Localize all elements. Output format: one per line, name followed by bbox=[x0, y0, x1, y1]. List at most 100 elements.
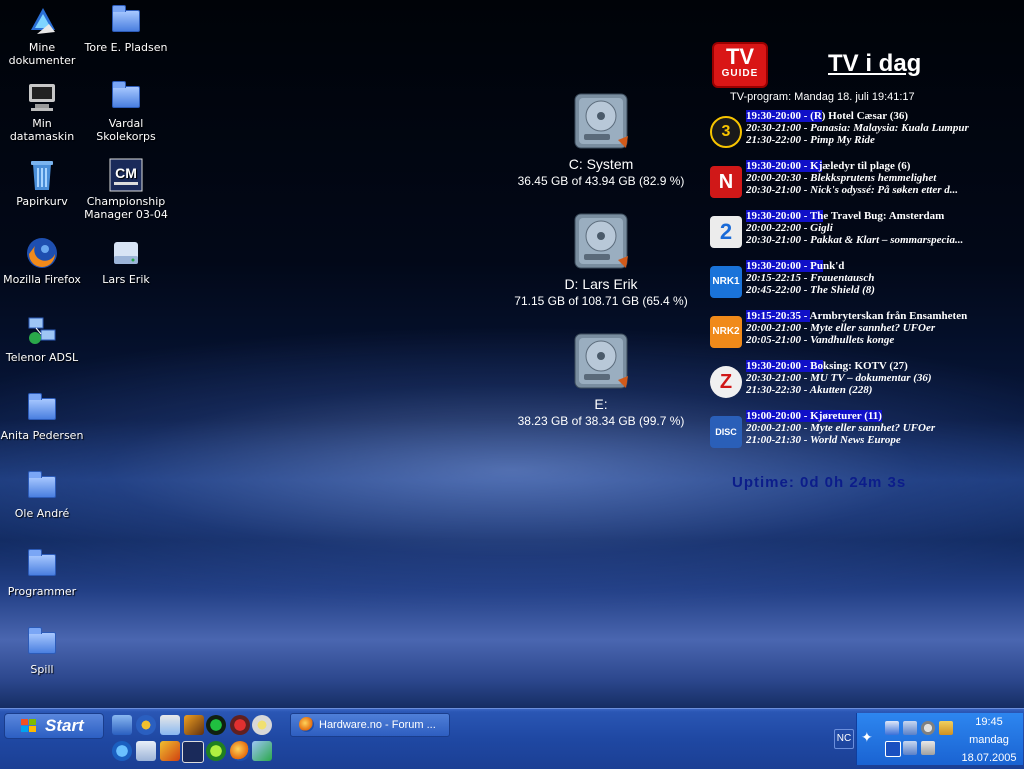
championship-manager-icon: CM bbox=[109, 158, 143, 192]
drive-icon bbox=[109, 236, 143, 270]
channel-row[interactable]: N 19:30-20:00 - Kjæledyr til plage (6) 2… bbox=[706, 160, 1016, 206]
taskbar-window-button[interactable]: Hardware.no - Forum ... bbox=[290, 713, 450, 737]
drive-usage: 38.23 GB of 38.34 GB (99.7 %) bbox=[517, 414, 685, 428]
tray-network-icon[interactable] bbox=[885, 721, 899, 735]
next-program: 20:00-21:00 - Myte eller sannhet? UFOer bbox=[746, 322, 936, 334]
next-program: 20:00-20:30 - Blekksprutens hemmelighet bbox=[746, 172, 937, 184]
desktop: Mine dokumenter Min datamaskin Papirkurv… bbox=[0, 0, 1024, 708]
drive-quicklaunch-icon[interactable] bbox=[136, 741, 156, 761]
channel-row[interactable]: 2 19:30-20:00 - The Travel Bug: Amsterda… bbox=[706, 210, 1016, 256]
photo-icon[interactable] bbox=[160, 741, 180, 761]
desktop-icon-telenor-adsl[interactable]: Telenor ADSL bbox=[0, 314, 84, 364]
winamp-icon[interactable] bbox=[184, 715, 204, 735]
show-desktop-icon[interactable] bbox=[112, 715, 132, 735]
clock-date: 18.07.2005 bbox=[961, 752, 1017, 764]
clock-time: 19:45 bbox=[975, 716, 1003, 728]
desktop-icon-min-datamaskin[interactable]: Min datamaskin bbox=[0, 80, 84, 143]
desktop-icon-label: Telenor ADSL bbox=[5, 351, 79, 364]
hard-drive-icon bbox=[572, 92, 630, 152]
channel-logo: Z bbox=[710, 366, 742, 398]
media-player-icon[interactable] bbox=[136, 715, 156, 735]
championship-manager-quicklaunch-icon[interactable] bbox=[182, 741, 204, 763]
network-quicklaunch-icon[interactable] bbox=[252, 741, 272, 761]
disc-icon[interactable] bbox=[252, 715, 272, 735]
next-program: 20:00-22:00 - Gigli bbox=[746, 222, 833, 234]
search-icon[interactable] bbox=[160, 715, 180, 735]
desktop-icon-label: Ole André bbox=[14, 507, 70, 520]
desktop-icon-label: Mozilla Firefox bbox=[3, 273, 81, 286]
desktop-icon-label: Mine dokumenter bbox=[8, 41, 76, 67]
clock[interactable]: 19:45 mandag 18.07.2005 bbox=[959, 713, 1019, 767]
folder-icon bbox=[109, 4, 143, 38]
nc-button[interactable]: NC bbox=[834, 729, 854, 749]
next-program: 20:30-21:00 - MU TV – dokumentar (36) bbox=[746, 372, 932, 384]
folder-icon bbox=[25, 470, 59, 504]
desktop-icon-spill[interactable]: Spill bbox=[0, 626, 84, 676]
channel-logo: 2 bbox=[710, 216, 742, 248]
desktop-icon-label: Papirkurv bbox=[16, 195, 68, 208]
later-program: 21:30-22:30 - Akutten (228) bbox=[746, 384, 873, 396]
later-program: 20:45-22:00 - The Shield (8) bbox=[746, 284, 875, 296]
desktop-icon-lars-erik[interactable]: Lars Erik bbox=[84, 236, 168, 286]
desktop-icon-mozilla-firefox[interactable]: Mozilla Firefox bbox=[0, 236, 84, 286]
drive-widget-d[interactable]: D: Lars Erik 71.15 GB of 108.71 GB (65.4… bbox=[496, 212, 706, 308]
internet-explorer-icon[interactable] bbox=[112, 741, 132, 761]
current-program: 19:30-20:00 - The Travel Bug: Amsterdam bbox=[746, 210, 945, 222]
tray-monitor-icon[interactable] bbox=[903, 721, 917, 735]
tray-arrow-icon[interactable]: ✦ bbox=[861, 731, 875, 745]
desktop-icon-label: Lars Erik bbox=[102, 273, 150, 286]
current-program: 19:30-20:00 - Kjæledyr til plage (6) bbox=[746, 160, 911, 172]
desktop-icon-anita-pedersen[interactable]: Anita Pedersen bbox=[0, 392, 84, 442]
drive-name: D: Lars Erik bbox=[564, 276, 638, 292]
channel-row[interactable]: Z 19:30-20:00 - Boksing: KOTV (27) 20:30… bbox=[706, 360, 1016, 406]
msn-icon[interactable] bbox=[206, 715, 226, 735]
firefox-quicklaunch-icon[interactable] bbox=[230, 741, 250, 761]
current-program: 19:30-20:00 - (R) Hotel Cæsar (36) bbox=[746, 110, 909, 122]
desktop-icon-papirkurv[interactable]: Papirkurv bbox=[0, 158, 84, 208]
drive-widget-c[interactable]: C: System 36.45 GB of 43.94 GB (82.9 %) bbox=[496, 92, 706, 188]
channel-row[interactable]: 3 19:30-20:00 - (R) Hotel Cæsar (36) 20:… bbox=[706, 110, 1016, 156]
channel-row[interactable]: DISC 19:00-20:00 - Kjøreturer (11) 20:00… bbox=[706, 410, 1016, 456]
tv-guide-date: TV-program: Mandag 18. juli 19:41:17 bbox=[730, 91, 915, 103]
later-program: 21:30-22:00 - Pimp My Ride bbox=[746, 134, 875, 146]
desktop-icon-tore-pladsen[interactable]: Tore E. Pladsen bbox=[84, 4, 168, 54]
firefox-icon bbox=[299, 717, 314, 732]
channel-row[interactable]: NRK2 19:15-20:35 - Armbryterskan från En… bbox=[706, 310, 1016, 356]
channel-logo: NRK2 bbox=[710, 316, 742, 348]
next-program: 20:00-21:00 - Myte eller sannhet? UFOer bbox=[746, 422, 936, 434]
desktop-icon-mine-dokumenter[interactable]: Mine dokumenter bbox=[0, 4, 84, 67]
channel-row[interactable]: NRK1 19:30-20:00 - Punk'd 20:15-22:15 - … bbox=[706, 260, 1016, 306]
tray-bluetooth-icon[interactable] bbox=[885, 741, 901, 757]
my-computer-icon bbox=[25, 80, 59, 114]
desktop-icon-ole-andre[interactable]: Ole André bbox=[0, 470, 84, 520]
channel-logo: N bbox=[710, 166, 742, 198]
desktop-icon-programmer[interactable]: Programmer bbox=[0, 548, 84, 598]
xbox-icon[interactable] bbox=[206, 741, 226, 761]
svg-text:CM: CM bbox=[115, 165, 137, 181]
desktop-icon-label: Vardal Skolekorps bbox=[96, 117, 156, 143]
desktop-icon-label: Tore E. Pladsen bbox=[84, 41, 168, 54]
drive-name: C: System bbox=[568, 156, 634, 172]
tray-window-icon[interactable] bbox=[939, 721, 953, 735]
later-program: 20:05-21:00 - Vandhullets konge bbox=[746, 334, 895, 346]
recycle-bin-icon bbox=[25, 158, 59, 192]
desktop-icon-vardal-skolekorps[interactable]: Vardal Skolekorps bbox=[84, 80, 168, 143]
windows-flag-icon bbox=[21, 719, 37, 733]
current-program: 19:30-20:00 - Boksing: KOTV (27) bbox=[746, 360, 908, 372]
system-tray: ✦ 19:45 mandag 18.07.2005 bbox=[856, 713, 1023, 765]
network-icon bbox=[25, 314, 59, 348]
start-button[interactable]: Start bbox=[4, 713, 104, 739]
desktop-icon-label: Min datamaskin bbox=[9, 117, 75, 143]
drive-usage: 71.15 GB of 108.71 GB (65.4 %) bbox=[514, 294, 688, 308]
later-program: 21:00-21:30 - World News Europe bbox=[746, 434, 901, 446]
later-program: 20:30-21:00 - Pakkat & Klart – sommarspe… bbox=[746, 234, 964, 246]
next-program: 20:15-22:15 - Frauentausch bbox=[746, 272, 875, 284]
channel-logo: DISC bbox=[710, 416, 742, 448]
game-icon[interactable] bbox=[230, 715, 250, 735]
my-documents-icon bbox=[25, 4, 59, 38]
tray-globe-icon[interactable] bbox=[921, 721, 935, 735]
drive-widget-e[interactable]: E: 38.23 GB of 38.34 GB (99.7 %) bbox=[496, 332, 706, 428]
tray-connection-icon[interactable] bbox=[903, 741, 917, 755]
desktop-icon-championship-manager[interactable]: CM Championship Manager 03-04 bbox=[84, 158, 168, 221]
tray-volume-icon[interactable] bbox=[921, 741, 935, 755]
